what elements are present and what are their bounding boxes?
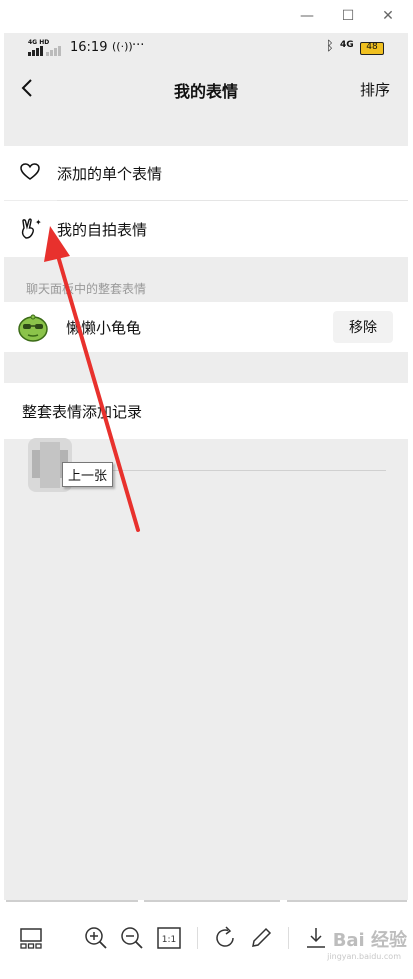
list-item-label: 整套表情添加记录 [22, 403, 143, 421]
network-indicator: 4G HD [28, 39, 50, 46]
battery-icon: 48 [360, 42, 384, 55]
maximize-icon[interactable]: ☐ [338, 6, 358, 26]
tooltip: 上一张 [62, 462, 114, 487]
image-viewer-toolbar: 1:1 Bai 经验 jingyan.baidu.com [0, 900, 413, 979]
page-title: 我的表情 [173, 82, 238, 101]
list-item-label: 添加的单个表情 [57, 165, 163, 183]
signal-icon [28, 46, 61, 56]
zoom-out-icon[interactable] [119, 925, 145, 951]
nav-bar: 我的表情 排序 [4, 63, 408, 113]
more-notifications: ··· [132, 38, 145, 53]
divider [288, 927, 289, 949]
status-bar: 4G HD 16:19 ((·)) ··· ᛒ 4G 48 [4, 33, 408, 63]
sticker-history-row[interactable]: 整套表情添加记录 [4, 383, 408, 439]
divider [197, 927, 198, 949]
bluetooth-icon: ᛒ [326, 39, 334, 54]
sort-button[interactable]: 排序 [360, 79, 390, 100]
close-icon[interactable]: ✕ [378, 6, 398, 26]
sticker-pack-row[interactable]: 懒懒小龟龟 移除 [4, 302, 408, 352]
nfc-icon: ((·)) [112, 40, 133, 53]
minimize-icon[interactable]: — [297, 6, 317, 26]
thumbnail-view-icon[interactable] [18, 925, 44, 951]
zoom-in-icon[interactable] [83, 925, 109, 951]
remove-button[interactable]: 移除 [333, 311, 393, 343]
divider [94, 470, 386, 471]
victory-hand-icon: ✦ [21, 218, 42, 239]
svg-text:✦: ✦ [35, 218, 42, 227]
actual-size-icon[interactable]: 1:1 [156, 925, 182, 951]
list-item-added-single[interactable]: 添加的单个表情 [4, 146, 408, 200]
heart-icon [20, 163, 40, 180]
battery-level: 48 [366, 42, 378, 52]
list-item-label: 我的自拍表情 [57, 221, 148, 239]
status-time: 16:19 [70, 40, 108, 55]
list-item-selfie[interactable]: ✦ 我的自拍表情 [4, 201, 408, 257]
section-label: 聊天面板中的整套表情 [26, 282, 147, 296]
edit-pencil-icon[interactable] [248, 925, 274, 951]
divider [287, 900, 407, 902]
window-titlebar: — ☐ ✕ [0, 0, 413, 32]
divider [6, 900, 138, 902]
watermark-url: jingyan.baidu.com [327, 952, 401, 961]
network-type: 4G [340, 40, 354, 50]
download-icon[interactable] [303, 925, 329, 951]
watermark-logo: Bai 经验 [332, 930, 407, 951]
svg-text:1:1: 1:1 [162, 935, 176, 945]
sticker-pack-name: 懒懒小龟龟 [66, 319, 142, 337]
turtle-sticker-icon [18, 314, 48, 342]
rotate-icon[interactable] [212, 925, 238, 951]
divider [144, 900, 280, 902]
